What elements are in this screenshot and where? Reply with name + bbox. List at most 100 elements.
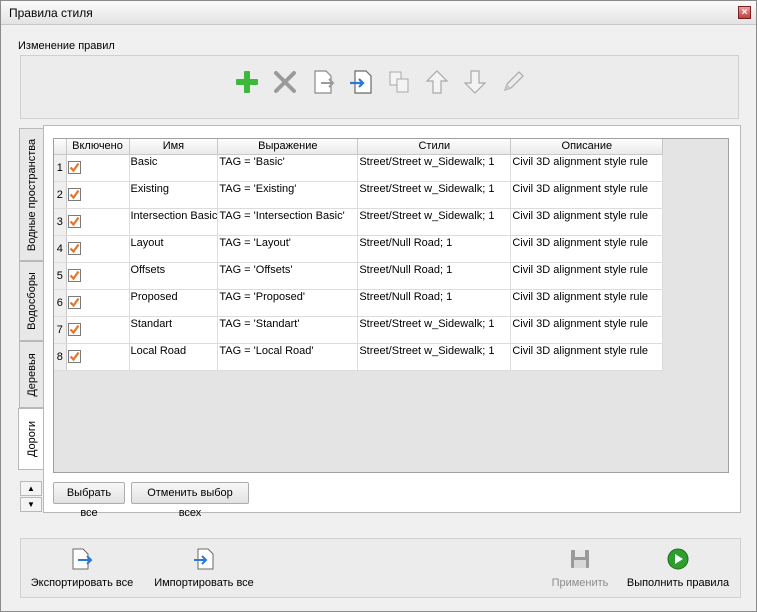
title-bar: Правила стиля × [1,1,756,25]
table-row[interactable]: 6 Proposed TAG = 'Proposed' Street/Null Roa… [54,289,664,317]
col-header-expression[interactable]: Выражение [217,139,359,155]
name-cell[interactable]: Proposed [129,289,219,317]
run-rules-label: Выполнить правила [626,577,730,589]
name-cell[interactable]: Layout [129,235,219,263]
enabled-cell [66,262,130,290]
delete-icon [274,71,296,93]
enabled-cell [66,208,130,236]
copy-rule-button[interactable] [385,68,413,96]
export-rule-button[interactable] [309,68,337,96]
description-cell[interactable]: Civil 3D alignment style rule [510,235,664,263]
styles-cell[interactable]: Street/Street w_Sidewalk; 1 [357,181,512,209]
enabled-cell [66,181,130,209]
table-row[interactable]: 5 Offsets TAG = 'Offsets' Street/Null Road;… [54,262,664,290]
styles-cell[interactable]: Street/Street w_Sidewalk; 1 [357,208,512,236]
styles-cell[interactable]: Street/Null Road; 1 [357,235,512,263]
move-up-button[interactable] [423,68,451,96]
style-rules-window: Правила стиля × Изменение правил Водные … [0,0,757,612]
select-all-button[interactable]: Выбрать все [53,482,125,519]
enabled-checkbox[interactable] [67,269,81,282]
name-cell[interactable]: Basic [129,154,219,182]
rules-grid: Включено Имя Выражение Стили Описание 1 B… [53,138,729,473]
expression-cell[interactable]: TAG = 'Offsets' [217,262,359,290]
table-row[interactable]: 3 Intersection Basic TAG = 'Intersection B… [54,208,664,236]
name-cell[interactable]: Intersection Basic [129,208,219,236]
enabled-checkbox[interactable] [67,161,81,174]
row-number: 4 [54,235,67,263]
pencil-icon [504,71,524,91]
styles-cell[interactable]: Street/Null Road; 1 [357,289,512,317]
expression-cell[interactable]: TAG = 'Proposed' [217,289,359,317]
import-all-label: Импортировать все [154,577,254,589]
styles-cell[interactable]: Street/Street w_Sidewalk; 1 [357,343,512,371]
col-header-name[interactable]: Имя [129,139,219,155]
styles-cell[interactable]: Street/Null Road; 1 [357,262,512,290]
enabled-checkbox[interactable] [67,323,81,336]
col-header-enabled[interactable]: Включено [66,139,130,155]
close-button[interactable]: × [738,6,751,19]
expression-cell[interactable]: TAG = 'Existing' [217,181,359,209]
enabled-checkbox[interactable] [67,350,81,363]
copy-icon [389,71,409,93]
export-all-button[interactable]: Экспортировать все [27,547,137,589]
tab-roads[interactable]: Дороги [18,408,45,470]
col-header-description[interactable]: Описание [510,139,664,155]
description-cell[interactable]: Civil 3D alignment style rule [510,181,664,209]
expression-cell[interactable]: TAG = 'Local Road' [217,343,359,371]
description-cell[interactable]: Civil 3D alignment style rule [510,343,664,371]
enabled-checkbox[interactable] [67,296,81,309]
row-number: 5 [54,262,67,290]
expression-cell[interactable]: TAG = 'Layout' [217,235,359,263]
delete-rule-button[interactable] [271,68,299,96]
import-all-button[interactable]: Импортировать все [151,547,257,589]
description-cell[interactable]: Civil 3D alignment style rule [510,316,664,344]
apply-label: Применить [551,577,609,589]
export-file-icon [72,548,93,570]
row-number: 1 [54,154,67,182]
group-label: Изменение правил [18,40,115,52]
styles-cell[interactable]: Street/Street w_Sidewalk; 1 [357,154,512,182]
edit-rule-button[interactable] [499,68,527,96]
checkmark-icon [69,270,79,281]
run-rules-button[interactable]: Выполнить правила [625,547,731,589]
enabled-cell [66,343,130,371]
name-cell[interactable]: Local Road [129,343,219,371]
description-cell[interactable]: Civil 3D alignment style rule [510,154,664,182]
table-row[interactable]: 7 Standart TAG = 'Standart' Street/Street w… [54,316,664,344]
name-cell[interactable]: Existing [129,181,219,209]
import-rule-button[interactable] [347,68,375,96]
styles-cell[interactable]: Street/Street w_Sidewalk; 1 [357,316,512,344]
table-row[interactable]: 8 Local Road TAG = 'Local Road' Street/Stre… [54,343,664,371]
row-number: 2 [54,181,67,209]
apply-button[interactable]: Применить [545,547,615,589]
description-cell[interactable]: Civil 3D alignment style rule [510,208,664,236]
checkmark-icon [69,162,79,173]
enabled-checkbox[interactable] [67,188,81,201]
window-title: Правила стиля [9,6,93,20]
enabled-checkbox[interactable] [67,242,81,255]
move-down-button[interactable] [461,68,489,96]
tab-scroll-up-button[interactable]: ▲ [20,481,42,496]
name-cell[interactable]: Offsets [129,262,219,290]
expression-cell[interactable]: TAG = 'Intersection Basic' [217,208,359,236]
tab-catchments[interactable]: Водосборы [19,261,44,341]
table-row[interactable]: 1 Basic TAG = 'Basic' Street/Street w_Sidew… [54,154,664,182]
expression-cell[interactable]: TAG = 'Basic' [217,154,359,182]
name-cell[interactable]: Standart [129,316,219,344]
tab-water-areas[interactable]: Водные пространства [19,128,44,261]
expression-cell[interactable]: TAG = 'Standart' [217,316,359,344]
row-number: 6 [54,289,67,317]
table-row[interactable]: 2 Existing TAG = 'Existing' Street/Street w… [54,181,664,209]
add-rule-button[interactable] [233,68,261,96]
description-cell[interactable]: Civil 3D alignment style rule [510,262,664,290]
description-cell[interactable]: Civil 3D alignment style rule [510,289,664,317]
tab-trees[interactable]: Деревья [19,341,44,408]
table-row[interactable]: 4 Layout TAG = 'Layout' Street/Null Road; 1… [54,235,664,263]
add-icon [236,71,258,93]
enabled-checkbox[interactable] [67,215,81,228]
table-header-row: Включено Имя Выражение Стили Описание [54,139,664,155]
col-header-styles[interactable]: Стили [357,139,512,155]
deselect-all-button[interactable]: Отменить выбор всех [131,482,249,519]
row-number: 3 [54,208,67,236]
tab-scroll-down-button[interactable]: ▼ [20,497,42,512]
